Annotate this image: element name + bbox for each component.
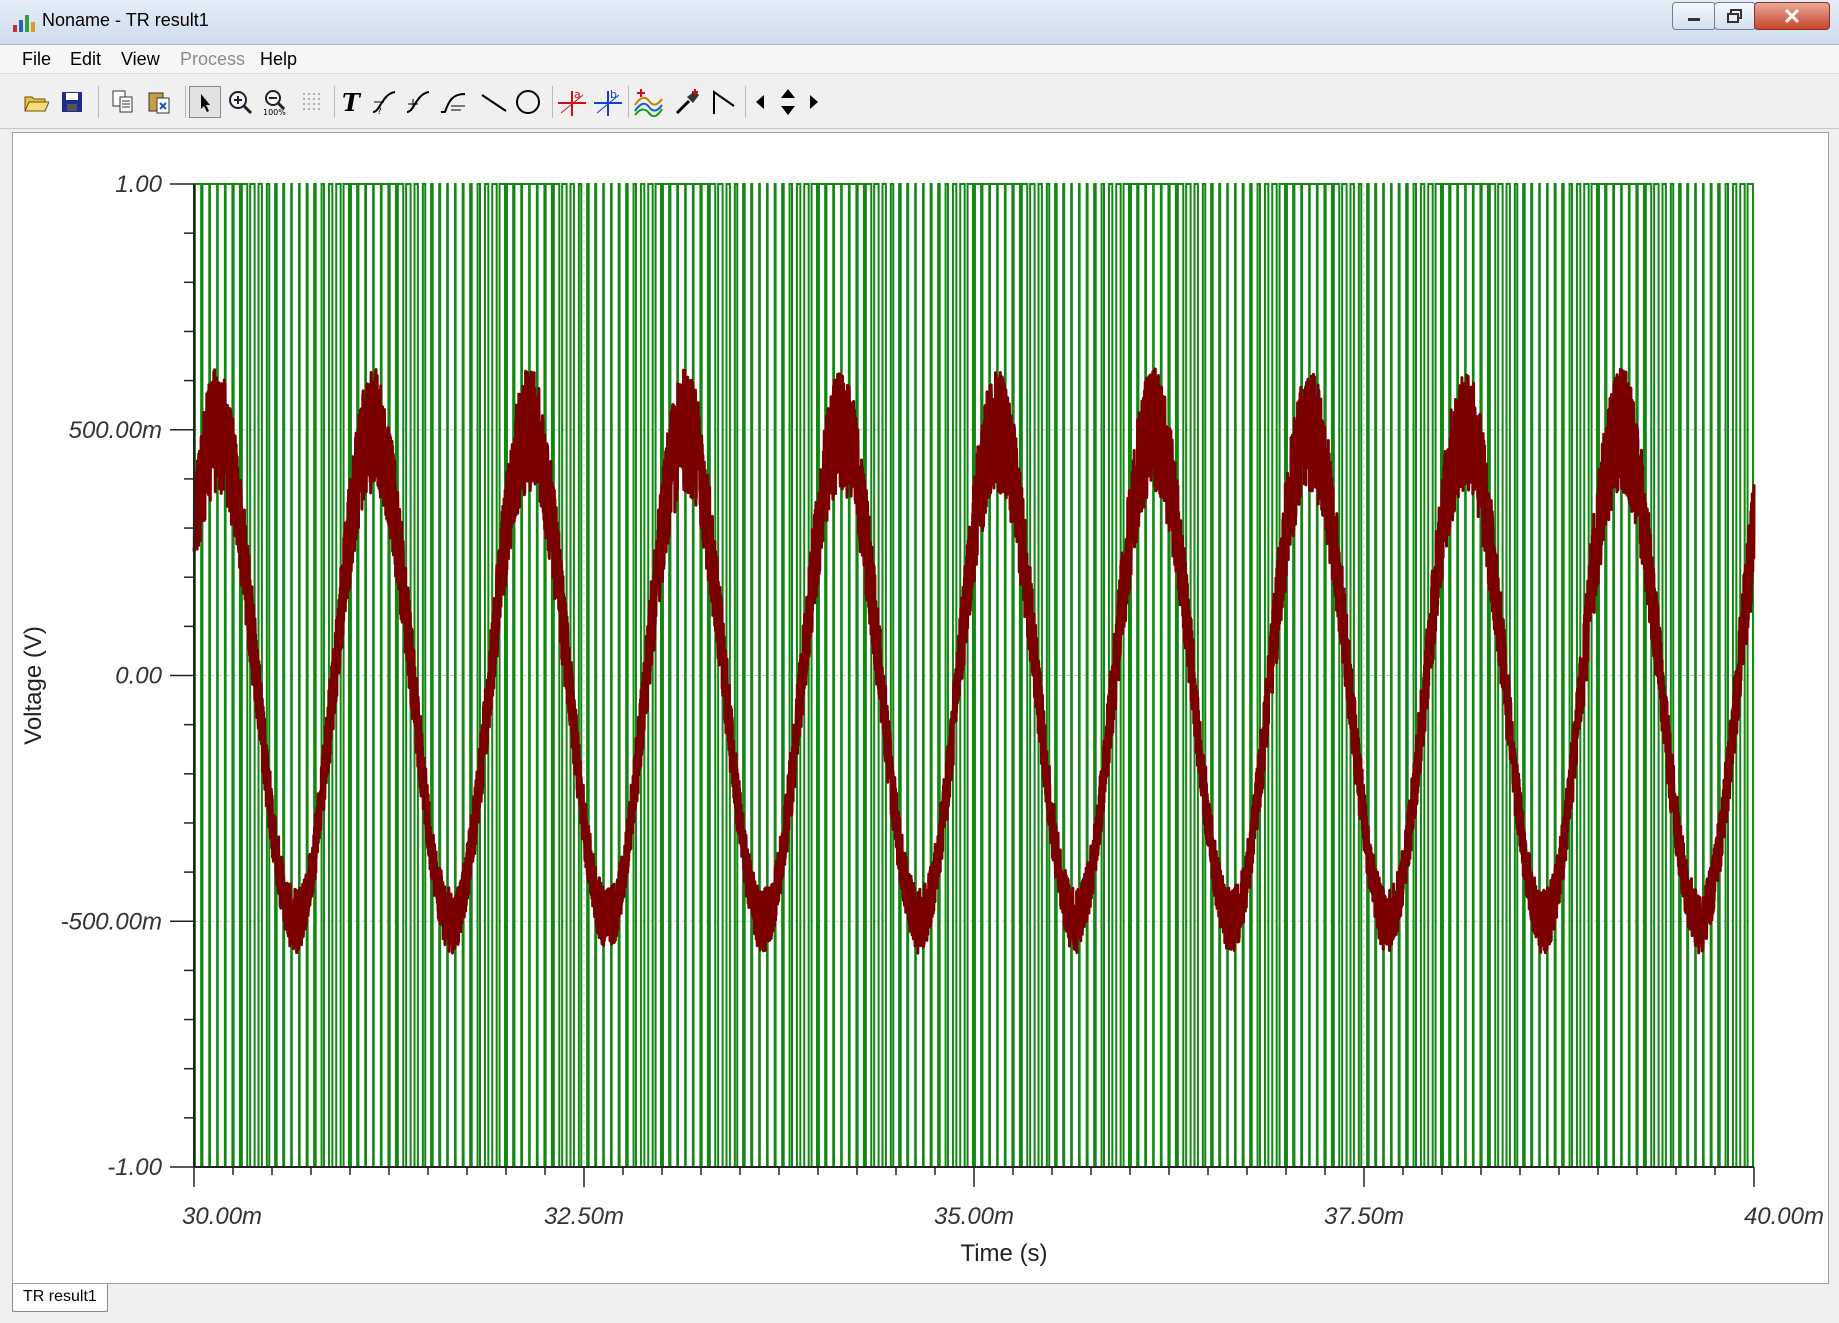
title-bar[interactable]: Noname - TR result1 xyxy=(0,0,1839,45)
svg-text:?: ? xyxy=(377,107,382,116)
x-tick-label: 35.00m xyxy=(934,1203,1014,1230)
close-button[interactable] xyxy=(1754,2,1830,30)
svg-text:a: a xyxy=(574,88,581,101)
paste-icon xyxy=(148,92,170,114)
arrow-left-icon xyxy=(756,95,764,109)
curve-label-2-button[interactable] xyxy=(402,86,434,118)
menu-edit[interactable]: Edit xyxy=(70,49,101,70)
scroll-updown-button[interactable] xyxy=(774,86,802,118)
minimize-button[interactable] xyxy=(1672,2,1716,30)
toolbar-separator xyxy=(185,86,186,118)
minimize-icon xyxy=(1688,18,1700,21)
pointer-icon xyxy=(201,94,210,112)
zoom-in-icon xyxy=(229,91,253,115)
y-tick-label: -1.00 xyxy=(107,1154,162,1181)
save-button[interactable] xyxy=(56,86,88,118)
open-button[interactable] xyxy=(20,86,52,118)
y-tick-label: 1.00 xyxy=(115,171,162,198)
line-icon xyxy=(481,94,507,112)
application-window: Noname - TR result1 File Edit View Proce… xyxy=(0,0,1839,1323)
x-tick-label: 37.50m xyxy=(1324,1203,1404,1230)
text-icon: T xyxy=(342,89,362,115)
probe-icon xyxy=(675,89,699,115)
menu-file[interactable]: File xyxy=(22,49,51,70)
curve-label-2-icon xyxy=(406,91,430,113)
curve-add-button[interactable] xyxy=(632,86,664,118)
x-axis-title: Time (s) xyxy=(960,1240,1047,1267)
angle-button[interactable] xyxy=(708,86,740,118)
x-tick-label: 40.00m xyxy=(1744,1203,1824,1230)
toolbar-separator xyxy=(552,86,553,118)
svg-text:b: b xyxy=(610,88,617,101)
cursor-a-button[interactable]: a xyxy=(556,86,588,118)
scroll-right-button[interactable] xyxy=(804,86,824,118)
x-tick-label: 32.50m xyxy=(544,1203,624,1230)
menu-bar: File Edit View Process Help xyxy=(0,45,1839,74)
x-tick-label: 30.00m xyxy=(182,1203,262,1230)
close-icon xyxy=(1784,8,1800,24)
cursor-b-button[interactable]: b xyxy=(592,86,624,118)
probe-button[interactable] xyxy=(672,86,704,118)
circle-icon xyxy=(516,90,540,114)
arrow-right-icon xyxy=(810,95,818,109)
menu-view[interactable]: View xyxy=(121,49,160,70)
angle-icon xyxy=(713,90,735,114)
toolbar-separator xyxy=(98,86,99,118)
y-tick-label: 500.00m xyxy=(69,417,162,444)
toolbar-separator xyxy=(628,86,629,118)
text-button[interactable]: T xyxy=(334,86,366,118)
copy-button[interactable] xyxy=(107,86,139,118)
y-axis-title: Voltage (V) xyxy=(20,626,47,745)
scroll-left-button[interactable] xyxy=(750,86,770,118)
transient-chart[interactable]: 1.00 500.00m 0.00 -500.00m -1.00 30.00m 32.50m… xyxy=(13,133,1828,1283)
app-icon xyxy=(13,15,35,32)
toolbar-separator xyxy=(745,86,746,118)
copy-icon xyxy=(112,90,133,113)
arrow-updown-icon xyxy=(781,89,795,115)
toolbar: 100% T ? a b xyxy=(0,76,1839,129)
restore-icon xyxy=(1727,9,1742,23)
window-title: Noname - TR result1 xyxy=(42,10,209,30)
cursor-b-icon: b xyxy=(594,88,622,116)
curve-add-icon xyxy=(634,89,663,117)
line-button[interactable] xyxy=(478,86,510,118)
maximize-button[interactable] xyxy=(1714,2,1756,30)
svg-text:T: T xyxy=(342,89,362,115)
select-pointer-button[interactable] xyxy=(189,86,221,118)
open-folder-icon xyxy=(24,96,49,112)
tab-tr-result1[interactable]: TR result1 xyxy=(12,1284,108,1312)
grid-icon xyxy=(303,93,320,110)
save-icon xyxy=(62,92,82,112)
svg-text:100%: 100% xyxy=(263,108,286,116)
zoom-100-icon: 100% xyxy=(263,90,286,116)
menu-process[interactable]: Process xyxy=(180,49,245,70)
cursor-a-icon: a xyxy=(558,88,586,116)
zoom-100-button[interactable]: 100% xyxy=(260,86,292,118)
paste-button[interactable] xyxy=(143,86,175,118)
zoom-in-button[interactable] xyxy=(224,86,256,118)
menu-help[interactable]: Help xyxy=(260,49,297,70)
tab-bar: TR result1 xyxy=(0,1284,1839,1323)
curve-label-button[interactable]: ? xyxy=(368,86,400,118)
curve-label-icon: ? xyxy=(372,91,396,116)
grid-button[interactable] xyxy=(296,86,328,118)
y-tick-label: 0.00 xyxy=(115,663,162,690)
curve-label-3-button[interactable] xyxy=(438,86,470,118)
circle-button[interactable] xyxy=(512,86,544,118)
curve-label-3-icon xyxy=(441,93,466,113)
y-tick-label: -500.00m xyxy=(61,908,162,935)
plot-panel[interactable]: 1.00 500.00m 0.00 -500.00m -1.00 30.00m 32.50m… xyxy=(12,132,1829,1284)
